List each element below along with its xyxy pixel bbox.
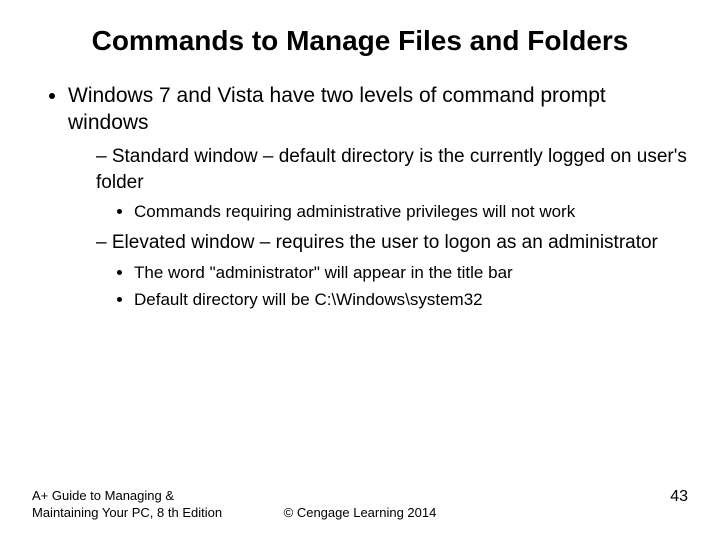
bullet-list-level2: Standard window – default directory is t…	[68, 144, 688, 312]
list-item: Commands requiring administrative privil…	[134, 201, 688, 224]
bullet-text: Windows 7 and Vista have two levels of c…	[68, 84, 606, 134]
bullet-list-level3: Commands requiring administrative privil…	[96, 201, 688, 224]
bullet-text: The word "administrator" will appear in …	[134, 263, 513, 282]
slide-title: Commands to Manage Files and Folders	[80, 24, 640, 58]
slide: Commands to Manage Files and Folders Win…	[0, 0, 720, 540]
list-item: Standard window – default directory is t…	[96, 144, 688, 224]
list-item: The word "administrator" will appear in …	[134, 262, 688, 285]
bullet-list-level3: The word "administrator" will appear in …	[96, 262, 688, 312]
bullet-text: Elevated window – requires the user to l…	[112, 232, 658, 253]
list-item: Elevated window – requires the user to l…	[96, 230, 688, 312]
list-item: Windows 7 and Vista have two levels of c…	[68, 82, 688, 312]
bullet-text: Commands requiring administrative privil…	[134, 202, 575, 221]
bullet-text: Standard window – default directory is t…	[96, 146, 687, 193]
page-number: 43	[670, 487, 688, 508]
footer-center: © Cengage Learning 2014	[32, 505, 688, 522]
bullet-list-level1: Windows 7 and Vista have two levels of c…	[32, 82, 688, 312]
list-item: Default directory will be C:\Windows\sys…	[134, 289, 688, 312]
bullet-text: Default directory will be C:\Windows\sys…	[134, 290, 483, 309]
